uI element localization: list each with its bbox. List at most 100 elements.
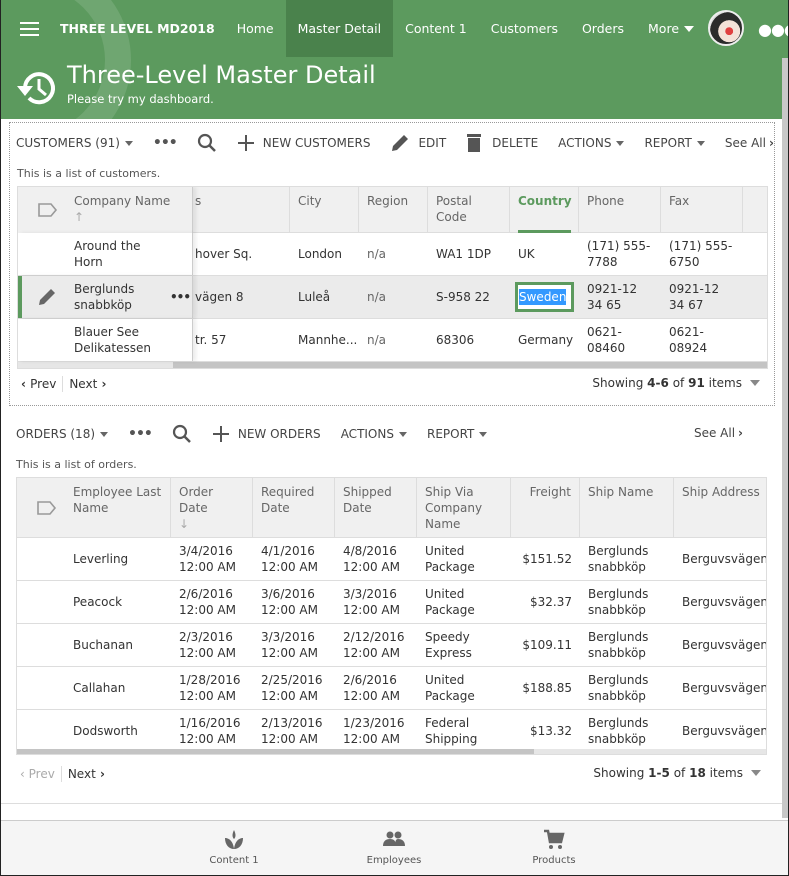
cell-shipped[interactable]: 2/6/2016 12:00 AM <box>335 667 417 709</box>
new-customers-button[interactable]: NEW CUSTOMERS <box>237 134 370 152</box>
order-row[interactable]: Buchanan 2/3/2016 12:00 AM 3/3/2016 12:00 … <box>17 624 766 667</box>
orders-more-icon[interactable]: ••• <box>128 426 153 442</box>
cell-address[interactable]: hover Sq. <box>193 233 290 275</box>
cell-required[interactable]: 2/25/2016 12:00 AM <box>253 667 335 709</box>
nav-customers[interactable]: Customers <box>479 0 570 57</box>
cell-city[interactable]: London <box>290 233 359 275</box>
orders-see-all[interactable]: See All › <box>694 426 743 440</box>
cell-ship_address[interactable]: Berguvsvägen 8 <box>674 710 766 752</box>
cell-order_date[interactable]: 2/6/2016 12:00 AM <box>171 581 253 623</box>
cell-employee[interactable]: Buchanan <box>17 624 171 666</box>
orders-view-selector[interactable]: ORDERS (18) <box>16 427 109 441</box>
col-phone[interactable]: Phone <box>579 187 661 233</box>
cell-fax[interactable]: (171) 555-6750 <box>661 233 743 275</box>
cell-employee[interactable]: Callahan <box>17 667 171 709</box>
orders-next-button[interactable]: Next › <box>68 767 105 781</box>
cell-ship_address[interactable]: Berguvsvägen 8 <box>674 667 766 709</box>
cell-fax[interactable]: 0621-08924 <box>661 319 743 361</box>
order-row[interactable]: Dodsworth 1/16/2016 12:00 AM 2/13/2016 12:… <box>17 710 766 753</box>
customers-showing[interactable]: Showing 4-6 of 91 items <box>592 376 760 390</box>
cell-employee[interactable]: Dodsworth <box>17 710 171 752</box>
cell-phone[interactable]: (171) 555-7788 <box>579 233 661 275</box>
customer-row[interactable]: Around the Horn hover Sq. London n/a WA1 1DP… <box>18 233 767 276</box>
cell-shipped[interactable]: 1/23/2016 12:00 AM <box>335 710 417 752</box>
orders-hscrollbar[interactable] <box>17 749 766 754</box>
cell-ship_address[interactable]: Berguvsvägen 8 <box>674 538 766 580</box>
nav-master-detail[interactable]: Master Detail <box>285 0 394 57</box>
bottom-nav-products[interactable]: Products <box>509 829 599 866</box>
edit-button[interactable]: EDIT <box>390 133 446 153</box>
cell-ship_via[interactable]: United Package <box>417 538 511 580</box>
cell-country[interactable]: Germany <box>510 319 579 361</box>
country-edit-input[interactable]: Sweden <box>515 282 574 312</box>
more-options-icon[interactable]: ●●● <box>758 20 788 39</box>
nav-content-1[interactable]: Content 1 <box>393 0 479 57</box>
cell-employee[interactable]: Leverling <box>17 538 171 580</box>
col-fax[interactable]: Fax <box>661 187 743 233</box>
scroll-thumb[interactable] <box>173 362 767 368</box>
cell-ship_name[interactable]: Berglunds snabbköp <box>580 624 674 666</box>
cell-address[interactable]: vägen 8 <box>193 276 290 318</box>
bottom-nav-content-1[interactable]: Content 1 <box>189 829 279 866</box>
cell-required[interactable]: 3/6/2016 12:00 AM <box>253 581 335 623</box>
cell-required[interactable]: 2/13/2016 12:00 AM <box>253 710 335 752</box>
cell-freight[interactable]: $151.52 <box>511 538 580 580</box>
cell-phone[interactable]: 0621-08460 <box>579 319 661 361</box>
cell-region[interactable]: n/a <box>359 276 428 318</box>
cell-company-name[interactable]: Blauer See Delikatessen <box>18 319 193 361</box>
cell-freight[interactable]: $188.85 <box>511 667 580 709</box>
customers-prev-button[interactable]: ‹ Prev <box>21 377 56 391</box>
cell-postal[interactable]: 68306 <box>428 319 510 361</box>
customers-actions-menu[interactable]: ACTIONS <box>558 136 625 150</box>
cell-freight[interactable]: $13.32 <box>511 710 580 752</box>
cell-address[interactable]: tr. 57 <box>193 319 290 361</box>
cell-freight[interactable]: $109.11 <box>511 624 580 666</box>
col-freight[interactable]: Freight <box>511 478 580 538</box>
customers-search-button[interactable] <box>197 133 217 153</box>
customers-report-menu[interactable]: REPORT <box>644 136 705 150</box>
col-address[interactable]: s <box>193 187 290 233</box>
order-row[interactable]: Peacock 2/6/2016 12:00 AM 3/6/2016 12:00 A… <box>17 581 766 624</box>
cell-fax[interactable]: 0921-12 34 67 <box>661 276 743 318</box>
hamburger-menu-icon[interactable] <box>1 0 58 57</box>
pencil-icon[interactable] <box>37 287 57 307</box>
cell-ship_name[interactable]: Berglunds snabbköp <box>580 538 674 580</box>
app-name[interactable]: THREE LEVEL MD2018 <box>58 21 217 36</box>
cell-ship_name[interactable]: Berglunds snabbköp <box>580 667 674 709</box>
page-scrollbar[interactable] <box>782 58 788 818</box>
cell-region[interactable]: n/a <box>359 233 428 275</box>
orders-prev-button[interactable]: ‹ Prev <box>20 767 55 781</box>
cell-country[interactable]: UK <box>510 233 579 275</box>
cell-ship_via[interactable]: United Package <box>417 581 511 623</box>
cell-shipped[interactable]: 3/3/2016 12:00 AM <box>335 581 417 623</box>
cell-ship_name[interactable]: Berglunds snabbköp <box>580 581 674 623</box>
cell-order_date[interactable]: 3/4/2016 12:00 AM <box>171 538 253 580</box>
customers-more-icon[interactable]: ••• <box>153 135 178 151</box>
col-country[interactable]: Country <box>510 187 579 233</box>
orders-actions-menu[interactable]: ACTIONS <box>341 427 407 441</box>
col-city[interactable]: City <box>290 187 359 233</box>
cell-ship_address[interactable]: Berguvsvägen 8 <box>674 581 766 623</box>
scroll-thumb[interactable] <box>17 749 534 754</box>
col-postal-code[interactable]: Postal Code <box>428 187 510 233</box>
cell-company-name[interactable]: Berglunds snabbköp ••• <box>18 276 193 318</box>
col-ship-via[interactable]: Ship Via Company Name <box>417 478 511 538</box>
customers-view-selector[interactable]: CUSTOMERS (91) <box>16 136 133 150</box>
customer-row[interactable]: Blauer See Delikatessen tr. 57 Mannhe... n/… <box>18 319 767 362</box>
cell-postal[interactable]: S-958 22 <box>428 276 510 318</box>
cell-shipped[interactable]: 2/12/2016 12:00 AM <box>335 624 417 666</box>
user-avatar[interactable] <box>708 10 744 46</box>
cell-order_date[interactable]: 2/3/2016 12:00 AM <box>171 624 253 666</box>
cell-required[interactable]: 4/1/2016 12:00 AM <box>253 538 335 580</box>
col-shipped-date[interactable]: Shipped Date <box>335 478 417 538</box>
orders-report-menu[interactable]: REPORT <box>427 427 488 441</box>
cell-company-name[interactable]: Around the Horn <box>18 233 193 275</box>
order-row[interactable]: Leverling 3/4/2016 12:00 AM 4/1/2016 12:00… <box>17 538 766 581</box>
cell-employee[interactable]: Peacock <box>17 581 171 623</box>
cell-freight[interactable]: $32.37 <box>511 581 580 623</box>
col-ship-address[interactable]: Ship Address <box>674 478 766 538</box>
col-employee[interactable]: Employee Last Name <box>17 478 171 538</box>
nav-orders[interactable]: Orders <box>570 0 636 57</box>
col-region[interactable]: Region <box>359 187 428 233</box>
customer-row[interactable]: Berglunds snabbköp ••• vägen 8 Luleå n/a S-95… <box>18 276 767 319</box>
